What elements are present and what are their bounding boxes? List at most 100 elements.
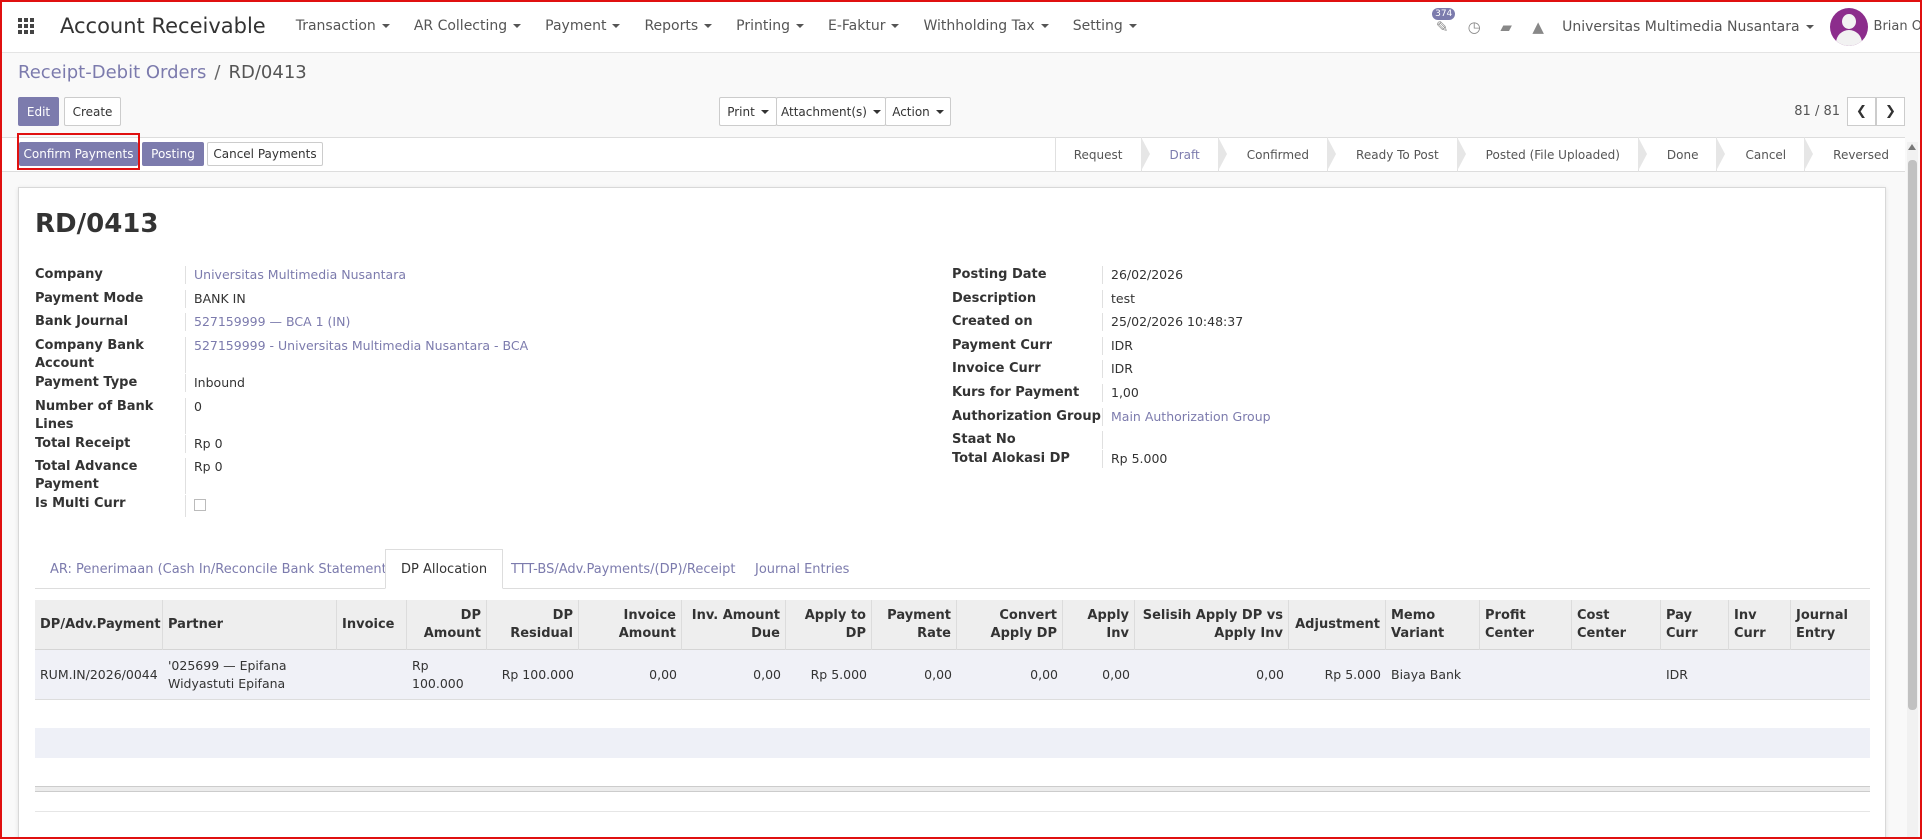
value-total-advance-payment: Rp 0	[185, 458, 223, 494]
value-created-on: 25/02/2026 10:48:37	[1102, 313, 1243, 331]
stage-confirmed[interactable]: Confirmed	[1217, 137, 1337, 172]
col-invoice[interactable]: Invoice	[337, 600, 407, 650]
status-stages: Request Draft Confirmed Ready To Post Po…	[1054, 137, 1907, 172]
activity-edit-icon[interactable]: ✎ 374	[1432, 7, 1456, 35]
menu-transaction[interactable]: Transaction	[284, 18, 402, 34]
scrollbar-thumb[interactable]	[1908, 160, 1917, 710]
col-apply-inv[interactable]: Apply Inv	[1063, 600, 1135, 650]
label-posting-date: Posting Date	[952, 267, 1047, 282]
value-payment-curr: IDR	[1102, 337, 1133, 355]
cell-apply-to-dp: Rp 5.000	[810, 667, 867, 682]
action-label: Action	[892, 104, 930, 119]
value-company-bank-account[interactable]: 527159999 - Universitas Multimedia Nusan…	[185, 337, 528, 373]
menu-label: Reports	[644, 18, 699, 34]
caret-down-icon	[1128, 24, 1137, 28]
value-staat-no	[1102, 431, 1111, 449]
value-total-alokasi-dp: Rp 5.000	[1102, 450, 1167, 468]
label-created-on: Created on	[952, 314, 1033, 329]
pager-previous-button[interactable]: ❮	[1847, 97, 1876, 126]
label-payment-mode: Payment Mode	[35, 291, 144, 306]
col-memo-variant[interactable]: Memo Variant	[1386, 600, 1480, 650]
attachments-dropdown[interactable]: Attachment(s)	[776, 97, 886, 126]
col-profit-center[interactable]: Profit Center	[1480, 600, 1572, 650]
app-title[interactable]: Account Receivable	[60, 14, 266, 38]
edit-button[interactable]: Edit	[18, 97, 59, 126]
stage-request[interactable]: Request	[1054, 137, 1150, 172]
tab-journal-entries[interactable]: Journal Entries	[755, 549, 849, 589]
user-avatar[interactable]	[1829, 7, 1868, 46]
col-convert-apply-dp[interactable]: Convert Apply DP	[957, 600, 1063, 650]
stage-draft[interactable]: Draft	[1140, 137, 1228, 172]
table-footer	[35, 786, 1870, 792]
caret-down-icon	[612, 24, 621, 28]
cell-payment-rate: 0,00	[924, 667, 952, 682]
col-dp-residual[interactable]: DP Residual	[487, 600, 579, 650]
caret-down-icon	[513, 24, 522, 28]
action-dropdown[interactable]: Action	[885, 97, 951, 126]
breadcrumb-parent-link[interactable]: Receipt-Debit Orders	[18, 62, 206, 83]
label-staat-no: Staat No	[952, 432, 1016, 447]
scroll-up-arrow-icon[interactable]	[1908, 144, 1916, 150]
caret-down-icon	[891, 24, 900, 28]
cell-dp-residual: Rp 100.000	[501, 667, 574, 682]
menu-printing[interactable]: Printing	[724, 18, 816, 34]
menu-setting[interactable]: Setting	[1061, 18, 1149, 34]
value-invoice-curr: IDR	[1102, 360, 1133, 378]
value-company[interactable]: Universitas Multimedia Nusantara	[185, 266, 406, 284]
cancel-payments-button[interactable]: Cancel Payments	[207, 142, 323, 166]
label-bank-journal: Bank Journal	[35, 314, 129, 329]
stage-cancel[interactable]: Cancel	[1716, 137, 1813, 172]
posting-button[interactable]: Posting	[142, 142, 204, 166]
breadcrumb: Receipt-Debit Orders / RD/0413	[18, 62, 307, 83]
create-button[interactable]: Create	[64, 97, 121, 126]
menu-label: Payment	[545, 18, 607, 34]
menu-reports[interactable]: Reports	[632, 18, 724, 34]
col-selisih-apply[interactable]: Selisih Apply DP vs Apply Inv	[1135, 600, 1289, 650]
cell-inv-curr	[1729, 650, 1791, 700]
col-dp-adv-payment[interactable]: DP/Adv.Payment	[35, 600, 163, 650]
confirm-payments-button[interactable]: Confirm Payments	[19, 142, 138, 166]
tab-dp-allocation[interactable]: DP Allocation	[385, 549, 504, 589]
menu-payment[interactable]: Payment	[533, 18, 632, 34]
tab-ttt-bs-adv-payments[interactable]: TTT-BS/Adv.Payments/(DP)/Receipt	[511, 549, 735, 589]
col-adjustment[interactable]: Adjustment	[1289, 600, 1386, 650]
pager-value[interactable]: 81 / 81	[1794, 104, 1840, 119]
chat-icon[interactable]: ▰	[1498, 19, 1514, 35]
col-dp-amount[interactable]: DP Amount	[407, 600, 487, 650]
main-menu: Transaction AR Collecting Payment Report…	[284, 18, 1149, 34]
col-apply-to-dp[interactable]: Apply to DP	[786, 600, 872, 650]
stage-done[interactable]: Done	[1637, 137, 1726, 172]
apps-grid-icon[interactable]	[18, 18, 34, 34]
print-dropdown[interactable]: Print	[719, 97, 777, 126]
clock-icon[interactable]: ◷	[1466, 19, 1482, 35]
pager-next-button[interactable]: ❯	[1876, 97, 1905, 126]
menu-e-faktur[interactable]: E-Faktur	[816, 18, 911, 34]
col-cost-center[interactable]: Cost Center	[1572, 600, 1661, 650]
table-header: DP/Adv.Payment Partner Invoice DP Amount…	[35, 600, 1870, 650]
value-authorization-group[interactable]: Main Authorization Group	[1102, 408, 1271, 426]
is-multi-curr-checkbox[interactable]	[194, 499, 206, 511]
col-pay-curr[interactable]: Pay Curr	[1661, 600, 1729, 650]
user-name[interactable]: Brian O	[1874, 19, 1922, 34]
stage-posted-file-uploaded[interactable]: Posted (File Uploaded)	[1456, 137, 1648, 172]
menu-ar-collecting[interactable]: AR Collecting	[402, 18, 533, 34]
stage-reversed[interactable]: Reversed	[1804, 137, 1907, 172]
value-bank-journal[interactable]: 527159999 — BCA 1 (IN)	[185, 313, 350, 331]
col-journal-entry[interactable]: Journal Entry	[1791, 600, 1870, 650]
tab-ar-penerimaan[interactable]: AR: Penerimaan (Cash In/Reconcile Bank S…	[50, 549, 399, 589]
company-switcher[interactable]: Universitas Multimedia Nusantara	[1562, 19, 1814, 35]
table-row[interactable]: RUM.IN/2026/0044 '025699 — Epifana Widya…	[35, 650, 1870, 700]
col-inv-amount-due[interactable]: Inv. Amount Due	[682, 600, 786, 650]
col-payment-rate[interactable]: Payment Rate	[872, 600, 957, 650]
bell-icon[interactable]: ▲	[1530, 19, 1546, 35]
menu-withholding-tax[interactable]: Withholding Tax	[911, 18, 1060, 34]
page-scrollbar[interactable]	[1907, 142, 1918, 839]
is-multi-curr-field	[185, 495, 206, 517]
col-inv-curr[interactable]: Inv Curr	[1729, 600, 1791, 650]
dp-allocation-table: DP/Adv.Payment Partner Invoice DP Amount…	[35, 600, 1870, 812]
value-description: test	[1102, 290, 1135, 308]
col-partner[interactable]: Partner	[163, 600, 337, 650]
stage-ready-to-post[interactable]: Ready To Post	[1327, 137, 1466, 172]
caret-down-icon	[796, 24, 804, 28]
col-invoice-amount[interactable]: Invoice Amount	[579, 600, 682, 650]
